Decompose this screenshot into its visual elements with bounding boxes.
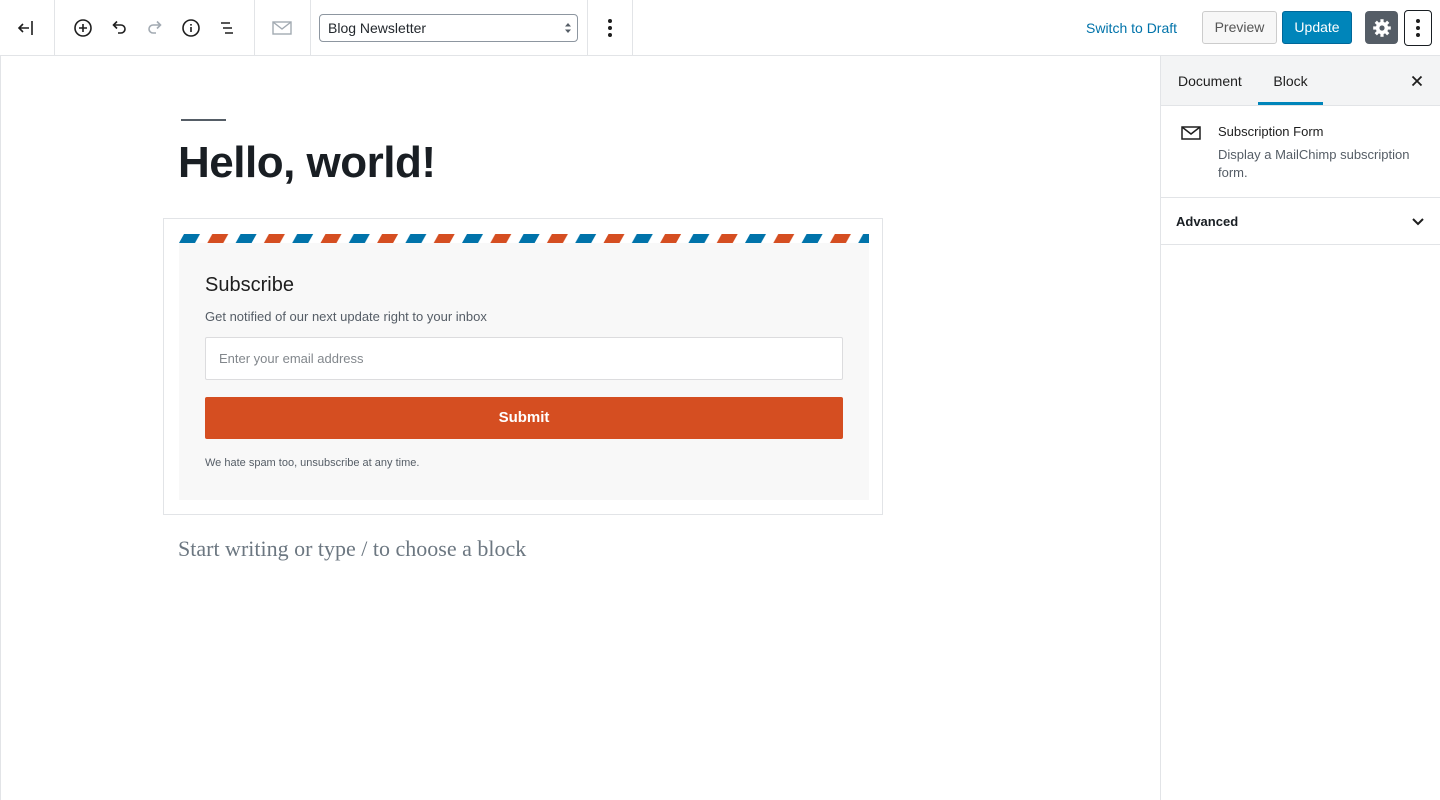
- editor-toolbar: Blog Newsletter Switch to Draft Preview …: [0, 0, 1440, 56]
- submit-button[interactable]: Submit: [205, 397, 843, 439]
- undo-icon[interactable]: [105, 14, 133, 42]
- outline-icon[interactable]: [213, 14, 241, 42]
- preview-button[interactable]: Preview: [1202, 11, 1277, 44]
- sidebar-tabs: Document Block: [1161, 56, 1440, 106]
- title-separator: [181, 119, 226, 121]
- toolbar-segment-more: [588, 0, 633, 55]
- toolbar-segment-tools: [55, 0, 255, 55]
- template-select[interactable]: Blog Newsletter: [319, 14, 578, 42]
- settings-button[interactable]: [1365, 11, 1398, 44]
- back-to-dashboard-icon[interactable]: [12, 14, 40, 42]
- close-icon: [1411, 75, 1423, 87]
- info-icon[interactable]: [177, 14, 205, 42]
- editor-canvas: Hello, world! Subscribe Get notified of …: [0, 56, 1160, 800]
- switch-to-draft-button[interactable]: Switch to Draft: [1078, 14, 1185, 42]
- chevron-down-icon: [1412, 218, 1424, 226]
- post-title[interactable]: Hello, world!: [178, 138, 436, 188]
- panel-advanced[interactable]: Advanced: [1161, 198, 1440, 245]
- subscribe-title: Subscribe: [205, 274, 294, 296]
- toolbar-segment-block-type: [255, 0, 311, 55]
- settings-sidebar: Document Block Subscription Form Display…: [1160, 56, 1440, 800]
- envelope-icon[interactable]: [268, 14, 296, 42]
- subscribe-subtitle: Get notified of our next update right to…: [205, 309, 487, 324]
- add-block-icon[interactable]: [69, 14, 97, 42]
- tab-document[interactable]: Document: [1178, 56, 1242, 105]
- block-name: Subscription Form: [1218, 124, 1324, 139]
- email-input[interactable]: Enter your email address: [205, 337, 843, 380]
- tab-block[interactable]: Block: [1258, 56, 1323, 105]
- toolbar-segment-back: [0, 0, 55, 55]
- vertical-ellipsis-icon: [1416, 19, 1420, 37]
- subscribe-form: Subscribe Get notified of our next updat…: [179, 243, 869, 500]
- template-select-value: Blog Newsletter: [328, 20, 427, 36]
- redo-icon[interactable]: [141, 14, 169, 42]
- subscription-form-block[interactable]: Subscribe Get notified of our next updat…: [163, 218, 883, 515]
- block-card: Subscription Form Display a MailChimp su…: [1161, 106, 1440, 198]
- panel-advanced-title: Advanced: [1176, 214, 1239, 229]
- update-button[interactable]: Update: [1282, 11, 1352, 44]
- block-more-options-icon[interactable]: [596, 14, 624, 42]
- more-tools-button[interactable]: [1404, 10, 1432, 46]
- spam-note: We hate spam too, unsubscribe at any tim…: [205, 457, 420, 469]
- block-appender-placeholder[interactable]: Start writing or type / to choose a bloc…: [178, 536, 526, 562]
- envelope-icon: [1181, 126, 1201, 140]
- close-sidebar-button[interactable]: [1407, 71, 1427, 91]
- select-arrows-icon: [565, 23, 571, 33]
- airmail-stripe: [179, 234, 869, 243]
- block-description: Display a MailChimp subscription form.: [1218, 147, 1410, 180]
- gear-icon: [1372, 18, 1391, 37]
